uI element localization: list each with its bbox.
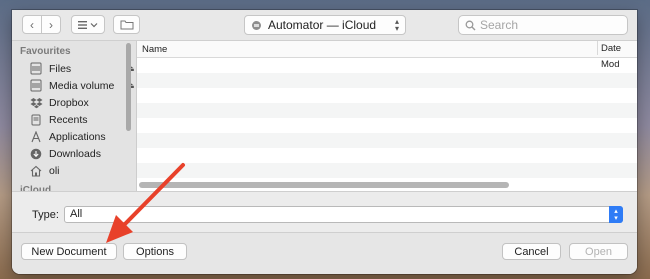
view-options-button[interactable]: [71, 15, 105, 34]
sidebar-item-label: oli: [49, 164, 60, 177]
list-row: [137, 118, 637, 133]
options-button[interactable]: Options: [123, 243, 187, 260]
drive-icon: [29, 79, 43, 93]
recents-icon: [29, 113, 43, 127]
sidebar-item-applications[interactable]: Applications: [29, 128, 129, 145]
home-icon: [29, 164, 43, 178]
sidebar-item-label: Media volume: [49, 79, 115, 92]
horizontal-scrollbar[interactable]: [139, 182, 509, 188]
list-row: [137, 58, 637, 73]
column-date-header[interactable]: Date Mod: [597, 41, 637, 70]
sidebar-item-label: Dropbox: [49, 96, 89, 109]
location-popup[interactable]: Automator — iCloud ▴ ▾: [244, 15, 406, 35]
applications-icon: [29, 130, 43, 144]
sidebar-scrollbar[interactable]: [126, 43, 131, 131]
toolbar: ‹ › Automator — iCloud ▴ ▾: [12, 10, 637, 41]
sidebar: Favourites Files ⏏ Media volume ⏏ Dropbo…: [12, 41, 137, 191]
sidebar-item-media-volume[interactable]: Media volume ⏏: [29, 77, 135, 94]
sidebar-item-label: Files: [49, 62, 72, 75]
list-row: [137, 133, 637, 148]
list-row: [137, 73, 637, 88]
search-field[interactable]: [458, 15, 628, 35]
automator-icon: [252, 20, 261, 30]
list-row: [137, 163, 637, 178]
list-view-icon: [78, 20, 98, 29]
sidebar-item-files[interactable]: Files ⏏: [29, 60, 135, 77]
sidebar-item-label: Recents: [49, 113, 88, 126]
chevron-right-icon: ›: [49, 17, 53, 32]
list-row: [137, 148, 637, 163]
drive-icon: [29, 62, 43, 76]
column-name-header[interactable]: Name: [142, 44, 167, 55]
back-button[interactable]: ‹: [22, 15, 42, 34]
type-label: Type:: [32, 209, 59, 221]
chevron-left-icon: ‹: [30, 17, 34, 32]
column-header: Name Date Mod: [137, 41, 637, 70]
location-label: Automator — iCloud: [268, 18, 377, 32]
open-dialog: ‹ › Automator — iCloud ▴ ▾ Search Favour…: [12, 10, 637, 274]
sidebar-item-label: Downloads: [49, 147, 101, 160]
type-bar: Type: All ▴ ▾: [12, 191, 637, 233]
new-document-button[interactable]: New Document: [21, 243, 117, 260]
sidebar-item-dropbox[interactable]: Dropbox: [29, 94, 129, 111]
downloads-icon: [29, 147, 43, 161]
dropbox-icon: [29, 96, 43, 110]
file-list[interactable]: Name Date Mod: [137, 41, 637, 191]
sidebar-item-label: Applications: [49, 130, 106, 143]
updown-chevron-icon: ▴ ▾: [394, 17, 399, 33]
sidebar-section-favourites: Favourites: [20, 46, 71, 57]
sidebar-item-downloads[interactable]: Downloads: [29, 145, 129, 162]
new-folder-button[interactable]: [113, 15, 140, 34]
type-selected-value: All: [70, 208, 83, 220]
search-input[interactable]: [480, 18, 620, 32]
list-row: [137, 103, 637, 118]
list-row: [137, 88, 637, 103]
updown-chevron-icon[interactable]: ▴ ▾: [609, 206, 623, 223]
search-icon: [465, 20, 476, 30]
cancel-button[interactable]: Cancel: [502, 243, 561, 260]
sidebar-item-recents[interactable]: Recents: [29, 111, 129, 128]
type-select[interactable]: All ▴ ▾: [64, 206, 623, 223]
new-folder-icon: [120, 20, 133, 30]
forward-button[interactable]: ›: [41, 15, 61, 34]
sidebar-item-oli[interactable]: oli: [29, 162, 129, 179]
open-button[interactable]: Open: [569, 243, 628, 260]
bottom-bar: New Document Options Cancel Open: [12, 232, 637, 274]
